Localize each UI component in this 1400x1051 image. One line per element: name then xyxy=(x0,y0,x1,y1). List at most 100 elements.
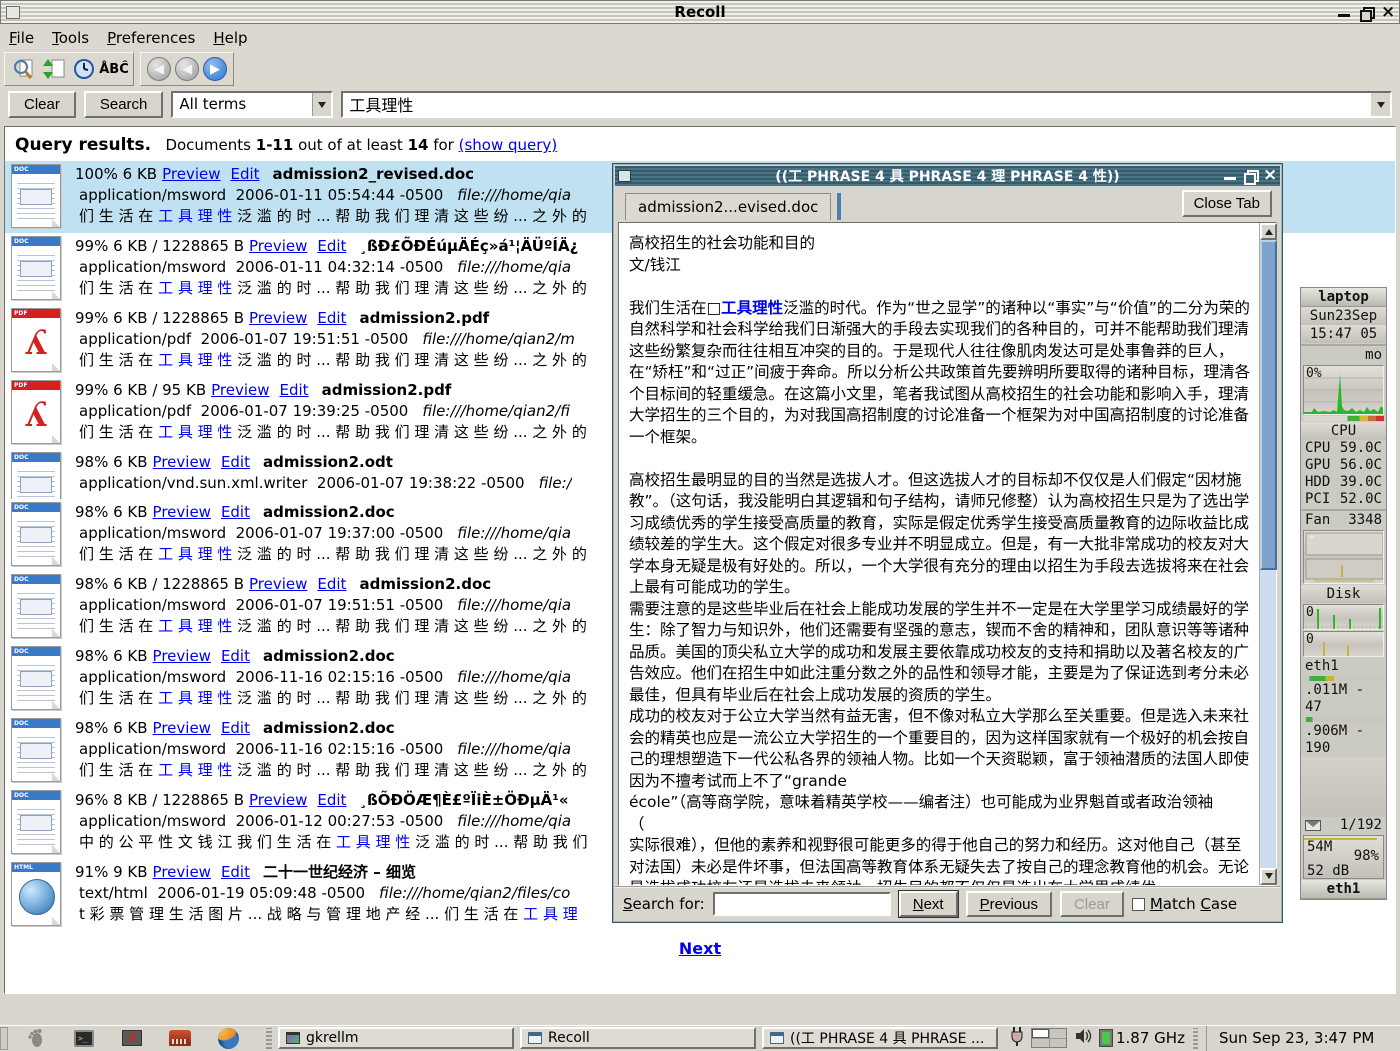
prev-page-icon[interactable]: ◀ xyxy=(175,57,199,81)
term-explorer-icon[interactable]: ÅBĈ xyxy=(101,56,127,82)
workspace-switcher[interactable] xyxy=(1031,1028,1067,1048)
preview-link[interactable]: Preview xyxy=(249,309,307,327)
preview-scrollbar[interactable] xyxy=(1259,223,1276,885)
menu-help[interactable]: Help xyxy=(204,27,256,49)
menu-preferences[interactable]: Preferences xyxy=(98,27,204,49)
preview-link[interactable]: Preview xyxy=(153,503,211,521)
doc-thumbnail-icon: DOC xyxy=(11,718,61,782)
preview-link[interactable]: Preview xyxy=(211,381,269,399)
task-window-icon xyxy=(286,1032,300,1044)
volume-icon[interactable] xyxy=(1074,1027,1092,1049)
gkrellm-footer[interactable]: eth1 xyxy=(1301,880,1386,899)
fs-size-label: 54M xyxy=(1307,839,1332,855)
scroll-up-icon[interactable] xyxy=(1260,223,1277,240)
edit-link[interactable]: Edit xyxy=(221,453,250,471)
firefox-launcher-icon[interactable] xyxy=(215,1027,241,1049)
result-mime-date: application/vnd.sun.xml.writer 2006-01-0… xyxy=(79,474,525,492)
preview-link[interactable]: Preview xyxy=(153,863,211,881)
clear-button[interactable]: Clear xyxy=(8,91,76,118)
edit-link[interactable]: Edit xyxy=(221,719,250,737)
taskbar-task[interactable]: gkrellm xyxy=(278,1027,514,1049)
disk-section-label[interactable]: Disk xyxy=(1301,585,1386,603)
edit-link[interactable]: Edit xyxy=(280,381,309,399)
preview-link[interactable]: Preview xyxy=(249,237,307,255)
search-mode-select[interactable]: All terms xyxy=(171,91,333,118)
match-case-checkbox[interactable]: Match Case xyxy=(1132,895,1237,913)
query-history-chevron-icon[interactable] xyxy=(1371,93,1390,116)
taskbar-task[interactable]: Recoll xyxy=(520,1027,756,1049)
tasklist-drag-handle[interactable] xyxy=(266,1028,272,1049)
globe-icon xyxy=(19,879,55,915)
menu-file[interactable]: File xyxy=(0,27,43,49)
fan-chart[interactable] xyxy=(1303,530,1384,584)
show-query-link[interactable]: (show query) xyxy=(459,136,558,154)
main-window-titlebar[interactable]: Recoll × xyxy=(0,0,1400,24)
edit-link[interactable]: Edit xyxy=(230,165,259,183)
gkrellm-hostname[interactable]: laptop xyxy=(1301,288,1386,307)
preview-window[interactable]: ((工 PHRASE 4 具 PHRASE 4 理 PHRASE 4 性)) ×… xyxy=(612,163,1283,923)
taskbar-task[interactable]: ((工 PHRASE 4 具 PHRASE ... xyxy=(762,1027,998,1049)
disk-chart-2[interactable]: 0 xyxy=(1303,631,1384,657)
preview-link[interactable]: Preview xyxy=(153,647,211,665)
preview-minimize-button[interactable] xyxy=(1223,169,1237,183)
close-button[interactable]: × xyxy=(1381,6,1395,20)
preview-text[interactable]: 高校招生的社会功能和目的文/钱江 我们生活在□工具理性泛滥的时代。作为“世之显学… xyxy=(619,223,1259,885)
gkrellm-panel[interactable]: laptop Sun23Sep 15:47 05 mo 0% CPU CPU59… xyxy=(1300,287,1387,900)
find-next-button[interactable]: Next xyxy=(899,891,958,917)
preview-link[interactable]: Preview xyxy=(162,165,220,183)
advanced-search-icon[interactable] xyxy=(11,56,37,82)
minimize-button[interactable] xyxy=(1337,6,1351,20)
scrollbar-thumb[interactable] xyxy=(1260,240,1277,570)
terminal-launcher-icon[interactable]: >_ xyxy=(71,1027,97,1049)
preview-link[interactable]: Preview xyxy=(249,791,307,809)
search-button[interactable]: Search xyxy=(84,91,164,118)
result-snippet: 们 生 活 在 工 具 理 性 泛 滥 的 时 ... 帮 助 我 们 理 清 … xyxy=(75,616,587,637)
cpufreq-applet[interactable]: 1.87 GHz xyxy=(1099,1029,1185,1047)
preview-link[interactable]: Preview xyxy=(153,719,211,737)
result-title: admission2.pdf xyxy=(322,381,452,399)
preview-window-title: ((工 PHRASE 4 具 PHRASE 4 理 PHRASE 4 性)) xyxy=(615,166,1280,186)
next-page-link[interactable]: Next xyxy=(679,939,721,958)
mail-row[interactable]: 1/192 xyxy=(1301,817,1386,834)
result-relevance-size: 98% 6 KB xyxy=(75,719,148,737)
power-plug-icon[interactable] xyxy=(1010,1026,1024,1050)
maximize-button[interactable] xyxy=(1359,6,1373,20)
find-clear-button[interactable]: Clear xyxy=(1060,891,1124,917)
fs-meter[interactable]: 54M 98% 52 dB xyxy=(1303,835,1384,879)
preview-tab[interactable]: admission2...evised.doc xyxy=(625,193,831,220)
edit-link[interactable]: Edit xyxy=(317,575,346,593)
taskbar-clock[interactable]: Sun Sep 23, 3:47 PM xyxy=(1206,1026,1384,1051)
find-previous-button[interactable]: Previous xyxy=(966,891,1052,917)
task-window-icon xyxy=(528,1032,542,1044)
query-input[interactable] xyxy=(343,93,1390,116)
result-relevance-size: 96% 8 KB / 1228865 B xyxy=(75,791,244,809)
chevron-down-icon[interactable] xyxy=(312,93,331,116)
first-page-icon[interactable]: ◀ xyxy=(147,57,171,81)
edit-link[interactable]: Edit xyxy=(317,309,346,327)
scroll-down-icon[interactable] xyxy=(1260,868,1277,885)
edit-link[interactable]: Edit xyxy=(317,791,346,809)
checkbox-icon[interactable] xyxy=(1132,898,1145,911)
next-page-icon[interactable]: ▶ xyxy=(203,57,227,81)
preview-titlebar[interactable]: ((工 PHRASE 4 具 PHRASE 4 理 PHRASE 4 性)) × xyxy=(615,166,1280,186)
panel-hide-button[interactable] xyxy=(0,1027,8,1050)
cpu-section-label[interactable]: CPU xyxy=(1301,422,1386,440)
edit-link[interactable]: Edit xyxy=(221,863,250,881)
preview-link[interactable]: Preview xyxy=(153,453,211,471)
menu-tools[interactable]: Tools xyxy=(43,27,98,49)
disk-chart-1[interactable]: 0 xyxy=(1303,604,1384,630)
preview-link[interactable]: Preview xyxy=(249,575,307,593)
edit-link[interactable]: Edit xyxy=(221,503,250,521)
sort-params-icon[interactable] xyxy=(41,56,67,82)
cpu-chart[interactable]: 0% xyxy=(1303,365,1384,415)
lock-screen-icon[interactable] xyxy=(119,1027,145,1049)
preview-maximize-button[interactable] xyxy=(1243,169,1257,183)
edit-link[interactable]: Edit xyxy=(317,237,346,255)
find-input[interactable] xyxy=(713,892,891,916)
doc-history-icon[interactable] xyxy=(71,56,97,82)
preview-close-button[interactable]: × xyxy=(1263,169,1277,183)
edit-link[interactable]: Edit xyxy=(221,647,250,665)
close-tab-button[interactable]: Close Tab xyxy=(1182,190,1272,217)
editor-launcher-icon[interactable] xyxy=(167,1027,193,1049)
gnome-menu-icon[interactable] xyxy=(23,1027,49,1049)
